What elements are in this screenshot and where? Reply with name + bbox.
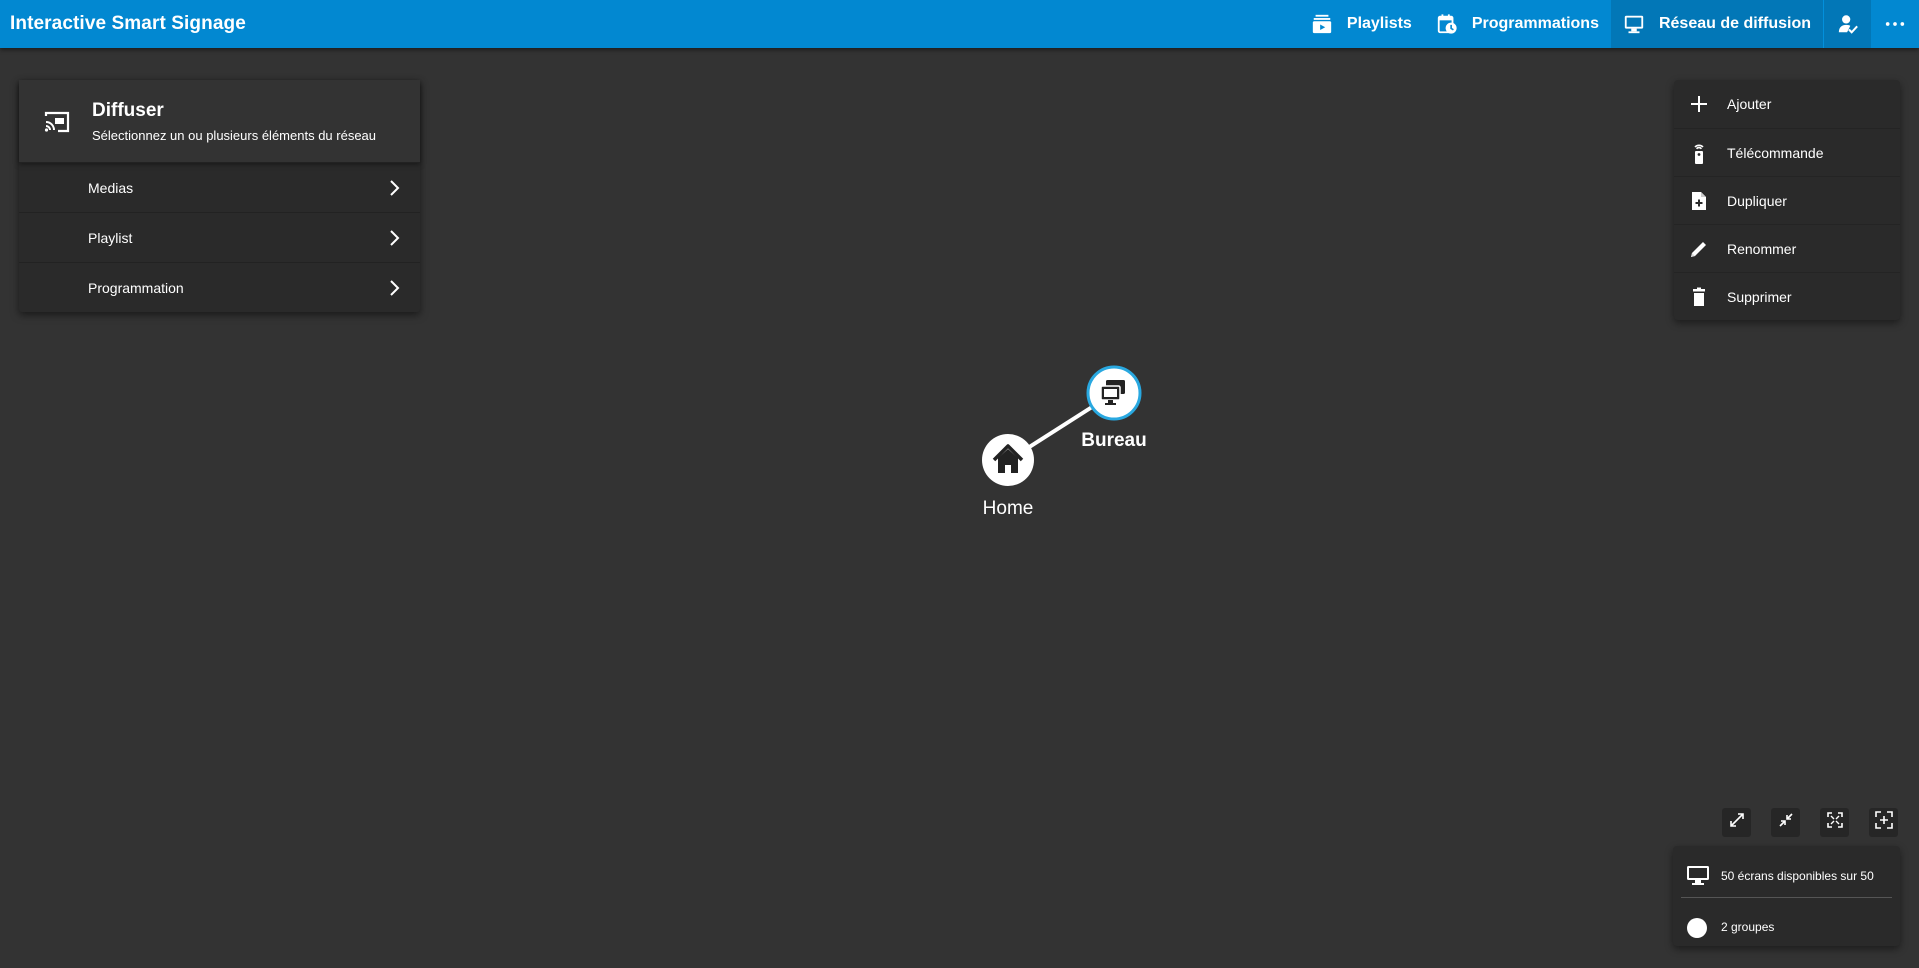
fit-screen-icon — [1825, 810, 1845, 835]
groups-status-text: 2 groupes — [1721, 920, 1775, 934]
remote-button[interactable]: Télécommande — [1674, 128, 1900, 176]
add-button-label: Ajouter — [1727, 96, 1772, 112]
rename-button[interactable]: Renommer — [1674, 224, 1900, 272]
diffuser-panel: Diffuser Sélectionnez un ou plusieurs él… — [19, 80, 420, 312]
status-panel: 50 écrans disponibles sur 50 2 groupes — [1673, 846, 1900, 946]
graph-node-home[interactable]: Home — [982, 434, 1034, 519]
expand-button[interactable] — [1722, 808, 1751, 837]
user-button[interactable] — [1823, 0, 1871, 48]
status-divider — [1681, 897, 1892, 898]
diffuser-item-label: Programmation — [88, 280, 184, 296]
screens-status-text: 50 écrans disponibles sur 50 — [1721, 869, 1874, 883]
nav-playlists-label: Playlists — [1346, 15, 1412, 32]
app-title: Interactive Smart Signage — [10, 13, 246, 34]
more-button[interactable] — [1871, 0, 1919, 48]
expand-arrows-icon — [1727, 810, 1747, 835]
collapse-arrows-icon — [1776, 810, 1796, 835]
more-dots-icon — [1884, 13, 1906, 35]
nav-programmations[interactable]: Programmations — [1424, 0, 1611, 48]
duplicate-button-label: Dupliquer — [1727, 193, 1787, 209]
actions-panel: Ajouter Télécommande Dupliquer Renommer … — [1674, 80, 1900, 320]
diffuser-item-label: Playlist — [88, 230, 133, 246]
nav-reseau-label: Réseau de diffusion — [1658, 15, 1811, 32]
nav-playlists[interactable]: Playlists — [1299, 0, 1424, 48]
diffuser-header: Diffuser Sélectionnez un ou plusieurs él… — [19, 80, 420, 162]
calendar-clock-icon — [1436, 13, 1458, 35]
remote-button-label: Télécommande — [1727, 145, 1824, 161]
group-circle-icon — [1686, 917, 1708, 944]
nav-reseau-de-diffusion[interactable]: Réseau de diffusion — [1610, 0, 1823, 48]
diffuser-subtitle: Sélectionnez un ou plusieurs éléments du… — [92, 128, 377, 143]
zoom-controls — [1722, 808, 1898, 837]
diffuser-item-playlist[interactable]: Playlist — [19, 212, 420, 262]
delete-button[interactable]: Supprimer — [1674, 272, 1900, 320]
main-nav: Playlists Programmations Réseau de diffu… — [1299, 0, 1919, 48]
collapse-button[interactable] — [1771, 808, 1800, 837]
screens-status: 50 écrans disponibles sur 50 — [1673, 856, 1900, 896]
playlist-play-icon — [1311, 13, 1333, 35]
top-bar: Interactive Smart Signage Playlists Prog… — [0, 0, 1919, 48]
focus-plus-icon — [1874, 810, 1894, 835]
diffuser-item-label: Medias — [88, 180, 134, 196]
duplicate-button[interactable]: Dupliquer — [1674, 176, 1900, 224]
nav-programmations-label: Programmations — [1471, 15, 1599, 32]
graph-node-home-label: Home — [983, 498, 1034, 519]
user-check-icon — [1837, 13, 1859, 35]
add-button[interactable]: Ajouter — [1674, 80, 1900, 128]
graph-node-bureau-label: Bureau — [1081, 430, 1146, 451]
rename-button-label: Renommer — [1727, 241, 1797, 257]
diffuser-item-programmation[interactable]: Programmation — [19, 262, 420, 312]
monitor-icon — [1623, 13, 1645, 35]
diffuser-item-medias[interactable]: Medias — [19, 162, 420, 212]
monitor-icon — [1686, 864, 1710, 891]
groups-status: 2 groupes — [1673, 909, 1900, 949]
diffuser-title: Diffuser — [92, 100, 164, 121]
focus-add-button[interactable] — [1869, 808, 1898, 837]
fit-view-button[interactable] — [1820, 808, 1849, 837]
delete-button-label: Supprimer — [1727, 289, 1792, 305]
